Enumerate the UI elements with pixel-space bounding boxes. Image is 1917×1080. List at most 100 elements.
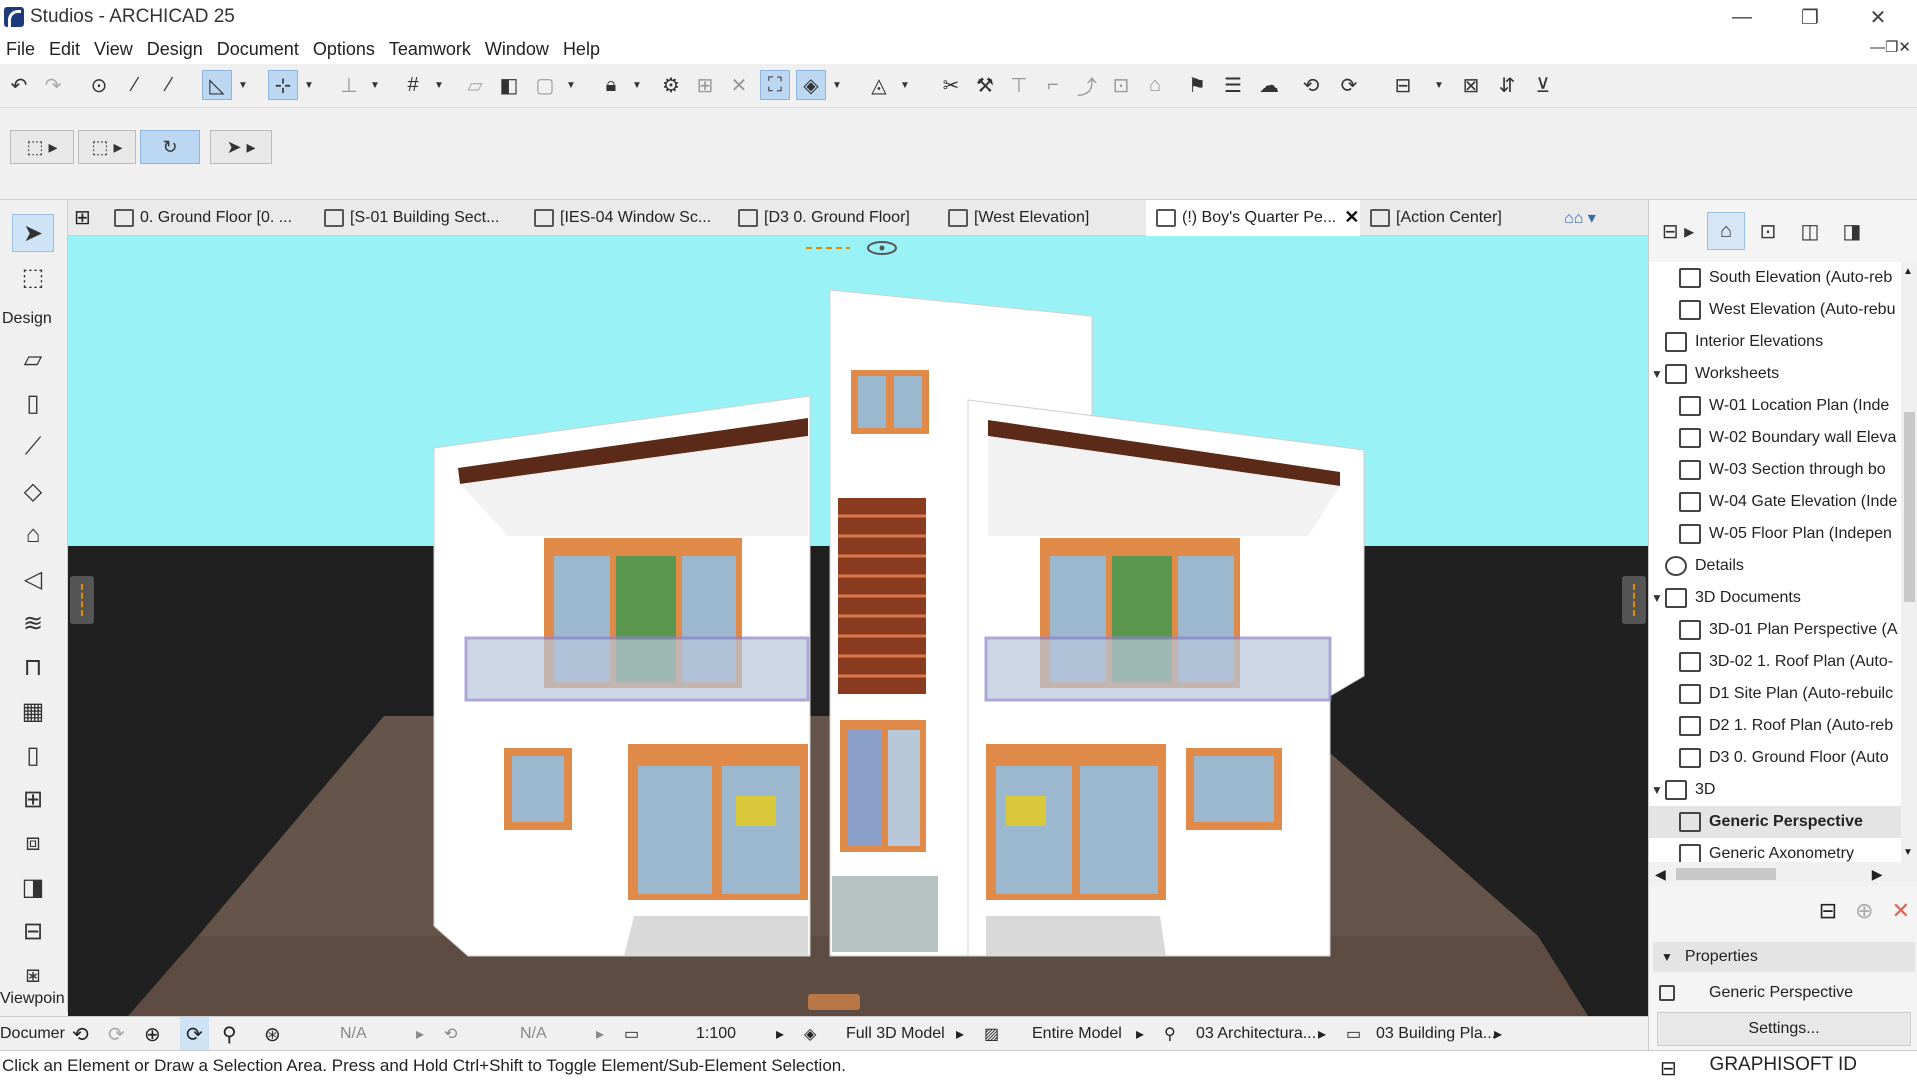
document-window-controls[interactable]: —❐✕ (1870, 38, 1911, 56)
zoom-back-icon[interactable]: ⟲ (72, 1017, 89, 1051)
split-icon[interactable]: ✂︎ (936, 70, 966, 100)
tree-item[interactable]: 3D-02 1. Roof Plan (Auto- (1649, 646, 1901, 678)
object-tool-icon[interactable]: ◨ (12, 868, 54, 906)
scroll-down-icon[interactable]: ▼ (1903, 847, 1913, 858)
zone-tool-icon[interactable]: ⊟ (12, 912, 54, 950)
layout-dropdown-icon[interactable]: ▼ (1432, 70, 1446, 100)
tab-building-section[interactable]: [S-01 Building Sect... (314, 200, 524, 236)
dimension-icon[interactable]: ⊞ (690, 70, 720, 100)
pen-set-arrow-icon[interactable]: ▸ (1318, 1017, 1326, 1051)
restore-button[interactable]: ❐ (1780, 0, 1840, 34)
fillet-icon[interactable]: ⌐ (1038, 70, 1068, 100)
close-button[interactable]: ✕ (1848, 0, 1908, 34)
tab-close-icon[interactable]: ✕ (1344, 207, 1359, 228)
tree-item[interactable]: Details (1649, 550, 1901, 582)
stair-tool-icon[interactable]: ≋ (12, 604, 54, 642)
tree-item[interactable]: W-05 Floor Plan (Indepen (1649, 518, 1901, 550)
layout-book-nav-icon[interactable]: ◫ (1791, 212, 1829, 250)
publish-icon[interactable]: ☁︎ (1254, 70, 1284, 100)
guide-lines-icon[interactable]: ◺ (202, 70, 232, 100)
bottom-handle[interactable] (808, 994, 860, 1010)
rotation-icon[interactable]: ⟲ (444, 1017, 457, 1051)
fit-window-icon[interactable]: ⛶ (760, 70, 790, 100)
tree-item[interactable]: Interior Elevations (1649, 326, 1901, 358)
syringe-icon[interactable]: ⁄ (154, 70, 184, 100)
scale-arrow-icon[interactable]: ▸ (776, 1017, 784, 1051)
tab-window-schedule[interactable]: [IES-04 Window Sc... (524, 200, 728, 236)
panel-toggle-icon[interactable]: ⊟ (1660, 1056, 1677, 1080)
eyedropper-icon[interactable]: ⁄ (120, 70, 150, 100)
schedule-icon[interactable]: ☰ (1218, 70, 1248, 100)
arrow-marquee-button[interactable]: ⬚ ▸ (10, 130, 74, 164)
zoom-arrow-icon[interactable]: ▸ (416, 1017, 424, 1051)
tree-item[interactable]: D2 1. Roof Plan (Auto-reb (1649, 710, 1901, 742)
menu-view[interactable]: View (88, 39, 139, 60)
mesh-tool-icon[interactable]: ⧆ (12, 956, 54, 994)
menu-window[interactable]: Window (479, 39, 555, 60)
tree-item[interactable]: D3 0. Ground Floor (Auto (1649, 742, 1901, 774)
column-tool-icon[interactable]: ▯ (12, 384, 54, 422)
morph-tool-icon[interactable]: ⧈ (12, 824, 54, 862)
tree-horizontal-scrollbar[interactable]: ◀ ▶ (1649, 862, 1917, 886)
tree-item[interactable]: South Elevation (Auto-reb (1649, 262, 1901, 294)
trim-icon[interactable]: ⊡ (1106, 70, 1136, 100)
tree-item[interactable]: W-04 Gate Elevation (Inde (1649, 486, 1901, 518)
layer-dropdown-icon[interactable]: ▼ (564, 70, 578, 100)
publisher-nav-icon[interactable]: ◨ (1833, 212, 1871, 250)
tree-item[interactable]: W-03 Section through bo (1649, 454, 1901, 486)
tree-item[interactable]: W-02 Boundary wall Eleva (1649, 422, 1901, 454)
scroll-left-icon[interactable]: ◀ (1655, 866, 1666, 883)
menu-document[interactable]: Document (211, 39, 305, 60)
zoom-forward-icon[interactable]: ⟳ (108, 1017, 125, 1051)
pointer-button[interactable]: ➤ ▸ (210, 130, 272, 164)
flag-icon[interactable]: ⚑ (1182, 70, 1212, 100)
lasso-icon[interactable]: ⟳ (180, 1017, 209, 1051)
3d-navigation-icon[interactable]: ◈ (796, 70, 826, 100)
tree-item[interactable]: D1 Site Plan (Auto-rebuilc (1649, 678, 1901, 710)
hscroll-thumb[interactable] (1675, 868, 1776, 880)
arrow-tool-icon[interactable]: ➤ (12, 214, 54, 252)
lock-icon[interactable]: 🔒︎ (596, 70, 626, 100)
roof-tool-icon[interactable]: ⌂ (12, 516, 54, 554)
delete-icon[interactable]: ✕ (1892, 898, 1910, 924)
door-tool-icon[interactable]: ▯ (12, 736, 54, 774)
settings-button[interactable]: Settings... (1657, 1012, 1911, 1046)
layer-combo-value[interactable]: 03 Building Pla... (1376, 1017, 1496, 1051)
properties-header[interactable]: ▼ Properties (1653, 942, 1915, 972)
undo-icon[interactable]: ↶ (4, 70, 34, 100)
snap-dropdown-icon[interactable]: ▼ (302, 70, 316, 100)
model-view-value[interactable]: Full 3D Model (846, 1017, 945, 1051)
pen-set-value[interactable]: 03 Architectura... (1196, 1017, 1316, 1051)
3d-nav-dropdown-icon[interactable]: ▼ (830, 70, 844, 100)
right-view-handle[interactable] (1622, 576, 1646, 624)
tree-item[interactable]: ▼ 3D (1649, 774, 1901, 806)
tree-item[interactable]: W-01 Location Plan (Inde (1649, 390, 1901, 422)
tree-item[interactable]: Generic Axonometry (1649, 838, 1901, 862)
3d-style-icon[interactable]: ◬ (864, 70, 894, 100)
adjust-icon[interactable]: ⚒︎ (970, 70, 1000, 100)
project-map-icon[interactable]: ⌂ (1707, 212, 1745, 250)
tree-item[interactable]: ▼ Worksheets (1649, 358, 1901, 390)
window-tool-icon[interactable]: ⊞ (12, 780, 54, 818)
intersect-icon[interactable]: ⊤ (1004, 70, 1034, 100)
view-map-icon[interactable]: ⊡ (1749, 212, 1787, 250)
orbit-button[interactable]: ↻ (140, 130, 200, 164)
wall-tool-icon[interactable]: ▱ (12, 340, 54, 378)
tree-vertical-scrollbar[interactable]: ▲ ▼ (1901, 262, 1917, 862)
navigator-menu-icon[interactable]: ⊟ ▸ (1653, 212, 1703, 250)
plane-icon[interactable]: ▱ (460, 70, 490, 100)
roof-icon[interactable]: ⌂ (1140, 70, 1170, 100)
minimize-button[interactable]: — (1712, 0, 1772, 34)
redo-icon[interactable]: ↷ (38, 70, 68, 100)
collapse-icon[interactable]: ▼ (1661, 950, 1673, 964)
shell-tool-icon[interactable]: ◁ (12, 560, 54, 598)
tab-ground-floor[interactable]: 0. Ground Floor [0. ... (104, 200, 314, 236)
tree-item[interactable]: ▼ 3D Documents (1649, 582, 1901, 614)
tab-perspective[interactable]: (!) Boy's Quarter Pe... ✕ (1146, 199, 1360, 236)
scale-value[interactable]: 1:100 (696, 1017, 736, 1051)
expand-chevron-icon[interactable]: ▼ (1649, 591, 1665, 605)
tree-item-selected[interactable]: Generic Perspective (1649, 806, 1901, 838)
scroll-up-icon[interactable]: ▲ (1903, 266, 1913, 277)
rotation-arrow-icon[interactable]: ▸ (596, 1017, 604, 1051)
relative-construction-icon[interactable]: ⊥ (334, 70, 364, 100)
